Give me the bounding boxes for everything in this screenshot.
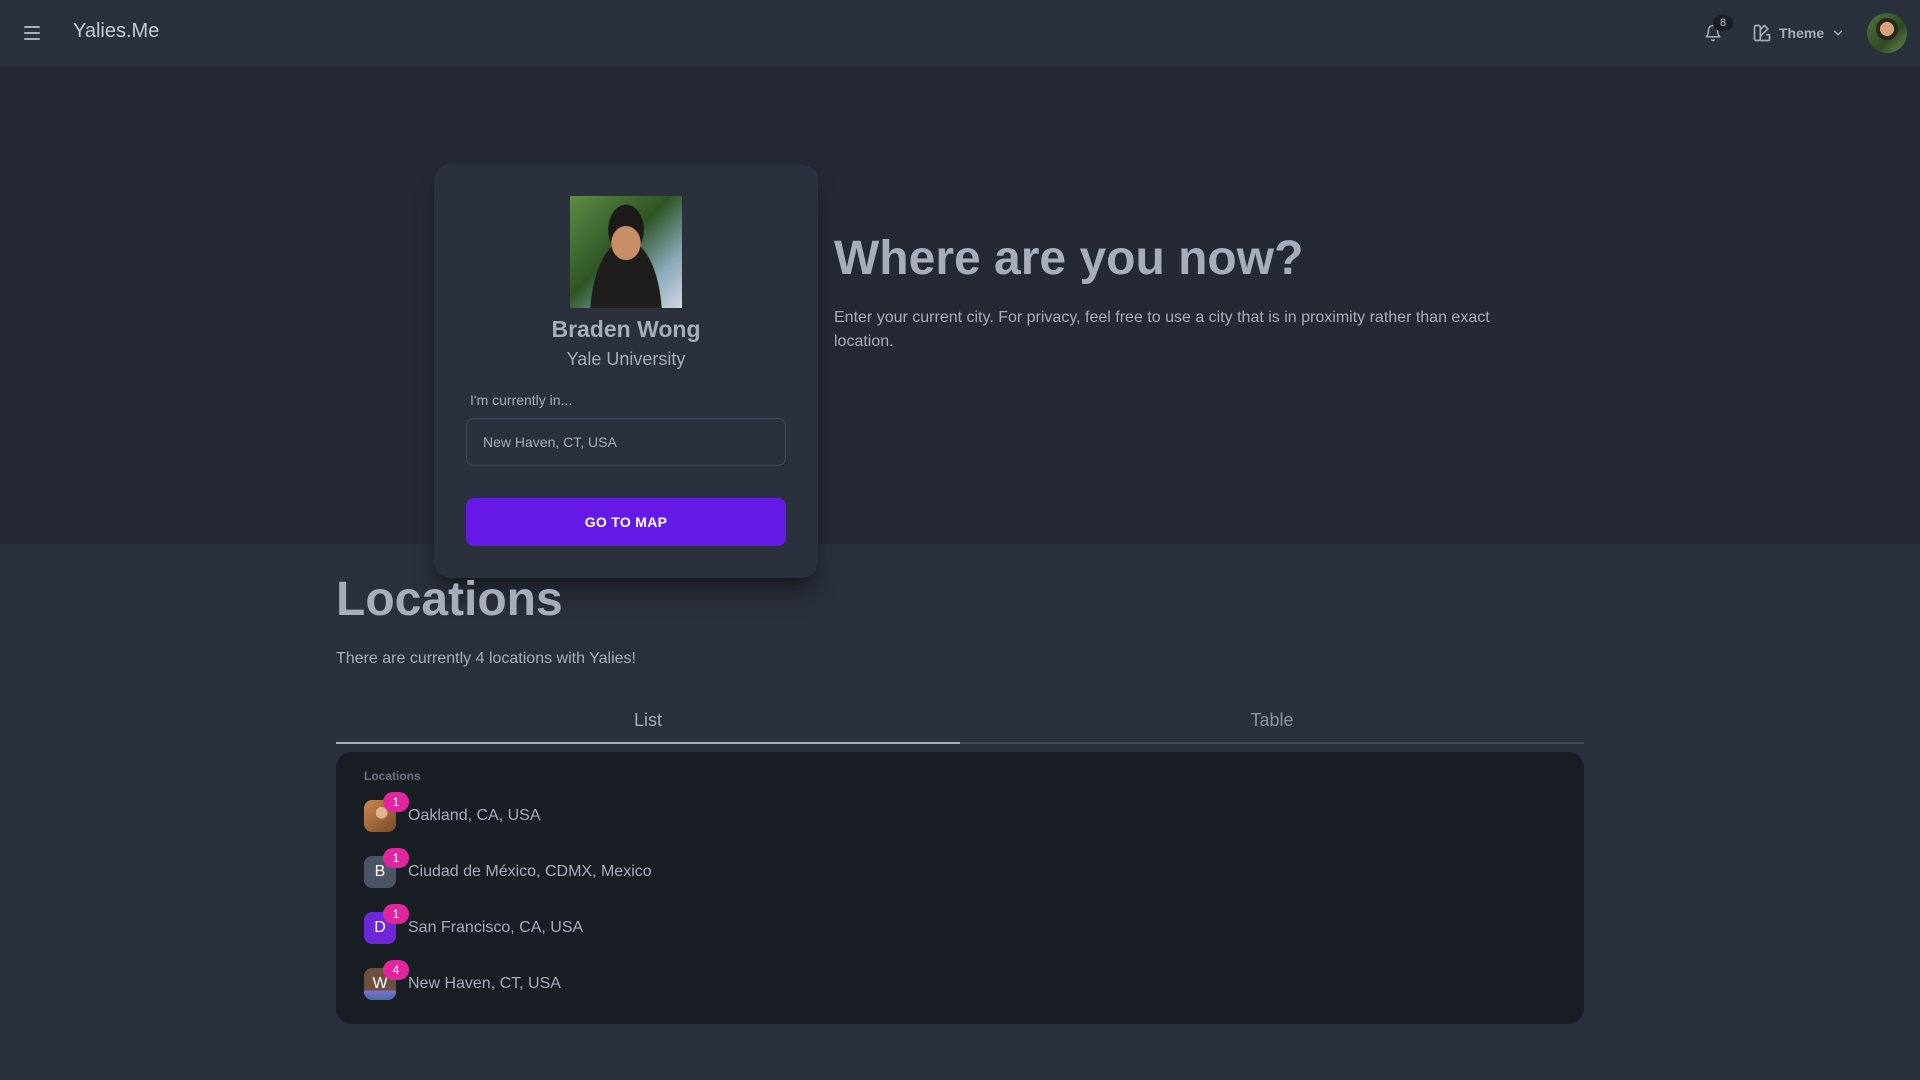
hero-title: Where are you now? [834, 232, 1304, 285]
brand-logo[interactable]: Yalies.Me [73, 20, 159, 43]
count-badge: 4 [383, 960, 409, 980]
notification-badge: 8 [1713, 15, 1733, 31]
profile-school: Yale University [566, 349, 686, 369]
count-badge: 1 [383, 792, 409, 812]
tab-table[interactable]: Table [960, 700, 1584, 742]
chevron-down-icon [1833, 30, 1843, 36]
hero-section: Braden Wong Yale University I'm currentl… [0, 66, 1920, 578]
location-name: San Francisco, CA, USA [408, 919, 584, 936]
avatar: D 1 [364, 904, 409, 944]
profile-name: Braden Wong [551, 316, 701, 342]
locations-tabs: List Table [336, 700, 1584, 744]
locations-description: There are currently 4 locations with Yal… [336, 650, 636, 667]
go-to-map-button[interactable]: GO TO MAP [466, 498, 786, 546]
city-input-label: I'm currently in... [470, 392, 573, 408]
avatar: B 1 [364, 848, 409, 888]
tab-list[interactable]: List [336, 700, 960, 744]
locations-title: Locations [336, 573, 563, 626]
theme-label: Theme [1779, 25, 1825, 41]
list-heading: Locations [364, 769, 421, 783]
list-item[interactable]: D 1 San Francisco, CA, USA [364, 904, 584, 948]
count-badge: 1 [383, 848, 409, 868]
avatar: W 4 [364, 960, 409, 1000]
swatch-icon [1753, 24, 1771, 42]
list-item[interactable]: W 4 New Haven, CT, USA [364, 960, 561, 1004]
locations-list: Locations 1 Oakland, CA, USA B 1 Ciudad … [336, 752, 1584, 1024]
profile-photo [570, 196, 682, 308]
navbar: Yalies.Me 8 Theme [0, 0, 1920, 66]
menu-icon[interactable] [18, 21, 46, 45]
city-input[interactable] [466, 418, 786, 466]
user-avatar[interactable] [1867, 13, 1907, 53]
location-name: New Haven, CT, USA [408, 975, 561, 992]
list-item[interactable]: 1 Oakland, CA, USA [364, 792, 541, 836]
profile-card: Braden Wong Yale University I'm currentl… [434, 164, 818, 578]
count-badge: 1 [383, 904, 409, 924]
theme-dropdown[interactable]: Theme [1752, 20, 1845, 46]
hero-description: Enter your current city. For privacy, fe… [834, 309, 1490, 350]
list-item[interactable]: B 1 Ciudad de México, CDMX, Mexico [364, 848, 652, 892]
location-name: Oakland, CA, USA [408, 807, 541, 824]
avatar: 1 [364, 792, 409, 832]
location-name: Ciudad de México, CDMX, Mexico [408, 863, 652, 880]
